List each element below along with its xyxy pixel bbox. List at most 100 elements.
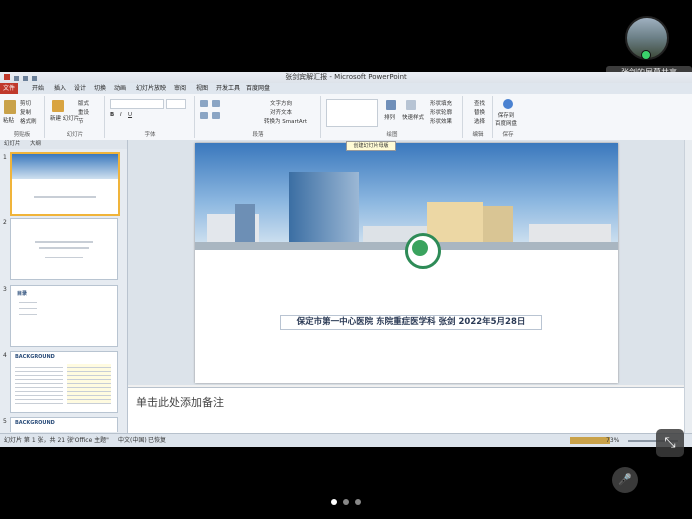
slide-subtitle[interactable]: 保定市第一中心医院 东院重症医学科 张剑 2022年5月28日 (280, 315, 542, 330)
group-drawing: 排列 快速样式 形状填充 形状轮廓 形状效果 绘图 (322, 96, 463, 138)
page-indicator-dot[interactable] (331, 499, 337, 505)
view-buttons[interactable] (570, 437, 610, 444)
vertical-scrollbar[interactable] (684, 140, 692, 433)
powerpoint-window: 张剑宾解汇报 - Microsoft PowerPoint 文件 开始 插入 设… (0, 72, 692, 447)
bullets-icon[interactable] (200, 100, 208, 107)
select-button[interactable]: 选择 (474, 117, 485, 125)
thumb-number: 2 (3, 219, 7, 226)
tab-review[interactable]: 审阅 (174, 83, 186, 94)
tab-slideshow[interactable]: 幻灯片放映 (136, 83, 166, 94)
smartart-button[interactable]: 转换为 SmartArt (264, 117, 307, 125)
format-painter-button[interactable]: 格式刷 (20, 117, 37, 125)
thumb-title: BACKGROUND (15, 354, 55, 360)
notes-pane[interactable]: 单击此处添加备注 (128, 387, 684, 434)
slide-thumb-2[interactable] (10, 218, 118, 280)
align-text-button[interactable]: 对齐文本 (270, 108, 292, 116)
slide-canvas[interactable]: 保定市第一中心医院 东院重症医学科 张剑 2022年5月28日 (195, 143, 618, 383)
group-label-font: 字体 (144, 132, 156, 138)
bold-button[interactable]: B (110, 112, 114, 118)
shape-fill-button[interactable]: 形状填充 (430, 99, 452, 107)
tab-baidu[interactable]: 百度网盘 (246, 83, 270, 94)
arrange-button[interactable]: 排列 (384, 113, 395, 121)
thumb-text-line (39, 247, 89, 249)
copy-button[interactable]: 复制 (20, 108, 31, 116)
thumb-text-block (15, 364, 63, 404)
spell-status: 已恢复 (148, 437, 167, 444)
tab-developer[interactable]: 开发工具 (216, 83, 240, 94)
tab-animations[interactable]: 动画 (114, 83, 126, 94)
thumb-number: 3 (3, 286, 7, 293)
slide-editor: 保定市第一中心医院 东院重症医学科 张剑 2022年5月28日 创建幻灯片母版 (128, 140, 684, 385)
pane-tab-slides[interactable]: 幻灯片 (4, 140, 21, 149)
page-indicator-dot[interactable] (343, 499, 349, 505)
group-paragraph: 文字方向 对齐文本 转换为 SmartArt 段落 (196, 96, 321, 138)
quick-styles-icon (406, 100, 416, 110)
replace-button[interactable]: 替换 (474, 108, 485, 116)
numbering-icon[interactable] (212, 100, 220, 107)
group-editing: 查找 替换 选择 编辑 (464, 96, 493, 138)
group-label-slides: 幻灯片 (66, 132, 84, 138)
tab-home[interactable]: 开始 (32, 83, 44, 94)
quick-styles-button[interactable]: 快速样式 (402, 113, 424, 121)
shape-effects-button[interactable]: 形状效果 (430, 117, 452, 125)
exit-fullscreen-icon[interactable]: ⤡ (656, 429, 684, 457)
thumb-text-line (34, 196, 96, 198)
slide-thumb-1[interactable] (10, 152, 120, 216)
building (289, 172, 359, 250)
thumb-number: 1 (3, 154, 7, 161)
group-label-clipboard: 剪贴板 (13, 132, 31, 138)
shape-outline-button[interactable]: 形状轮廓 (430, 108, 452, 116)
font-size-select[interactable] (166, 99, 186, 109)
group-save: 保存到 百度网盘 保存 (494, 96, 522, 138)
slide-count: 幻灯片 第 1 张，共 21 张 (4, 437, 73, 444)
thumb-number: 4 (3, 352, 7, 359)
tab-transitions[interactable]: 切换 (94, 83, 106, 94)
cut-button[interactable]: 剪切 (20, 99, 31, 107)
group-label-editing: 编辑 (472, 132, 484, 138)
language[interactable]: 中文(中国) (118, 434, 147, 447)
notes-placeholder: 单击此处添加备注 (136, 396, 224, 409)
zoom-level[interactable]: 73% (606, 434, 619, 447)
pane-tab-outline[interactable]: 大纲 (30, 140, 41, 149)
mic-muted-icon[interactable]: 🎤 (612, 467, 638, 493)
thumb-text-block (67, 364, 111, 404)
font-name-select[interactable] (110, 99, 164, 109)
paste-button[interactable]: 粘贴 (3, 116, 14, 124)
thumb-text-line (45, 257, 83, 258)
italic-button[interactable]: I (120, 112, 122, 118)
hospital-banner-image (195, 143, 618, 250)
slide-thumb-4[interactable]: BACKGROUND (10, 351, 118, 413)
new-slide-button[interactable]: 新建 幻灯片 (50, 114, 79, 122)
thumb-text-line (19, 302, 37, 303)
group-clipboard: 粘贴 剪切 复制 格式刷 剪贴板 (0, 96, 45, 138)
find-button[interactable]: 查找 (474, 99, 485, 107)
shapes-gallery[interactable] (326, 99, 378, 127)
group-label-save: 保存 (502, 132, 514, 138)
thumb-number: 5 (3, 418, 7, 425)
tab-insert[interactable]: 插入 (54, 83, 66, 94)
slide-thumb-5[interactable]: BACKGROUND (10, 417, 118, 432)
tab-file[interactable]: 文件 (0, 83, 19, 94)
section-button[interactable]: 节 (78, 117, 84, 125)
save-to-baidu-button[interactable]: 保存到 百度网盘 (495, 111, 517, 127)
thumb-banner (12, 154, 118, 179)
thumb-title: 目录 (17, 291, 28, 297)
title-bar: 张剑宾解汇报 - Microsoft PowerPoint (0, 72, 692, 83)
group-label-drawing: 绘图 (386, 132, 398, 138)
slide-thumb-3[interactable]: 目录 (10, 285, 118, 347)
tooltip: 创建幻灯片母版 (346, 141, 396, 151)
tab-design[interactable]: 设计 (74, 83, 86, 94)
underline-button[interactable]: U (128, 112, 132, 118)
reset-button[interactable]: 重设 (78, 108, 89, 116)
ribbon: 粘贴 剪切 复制 格式刷 剪贴板 新建 幻灯片 版式 重设 节 幻灯片 B I … (0, 94, 692, 141)
page-indicator-dot[interactable] (355, 499, 361, 505)
layout-button[interactable]: 版式 (78, 99, 89, 107)
thumb-text-line (19, 314, 37, 315)
group-slides: 新建 幻灯片 版式 重设 节 幻灯片 (46, 96, 105, 138)
text-direction-button[interactable]: 文字方向 (270, 99, 292, 107)
hospital-logo-inner (412, 240, 428, 256)
align-center-icon[interactable] (212, 112, 220, 119)
align-left-icon[interactable] (200, 112, 208, 119)
thumb-text-line (35, 241, 93, 243)
tab-view[interactable]: 视图 (196, 83, 208, 94)
